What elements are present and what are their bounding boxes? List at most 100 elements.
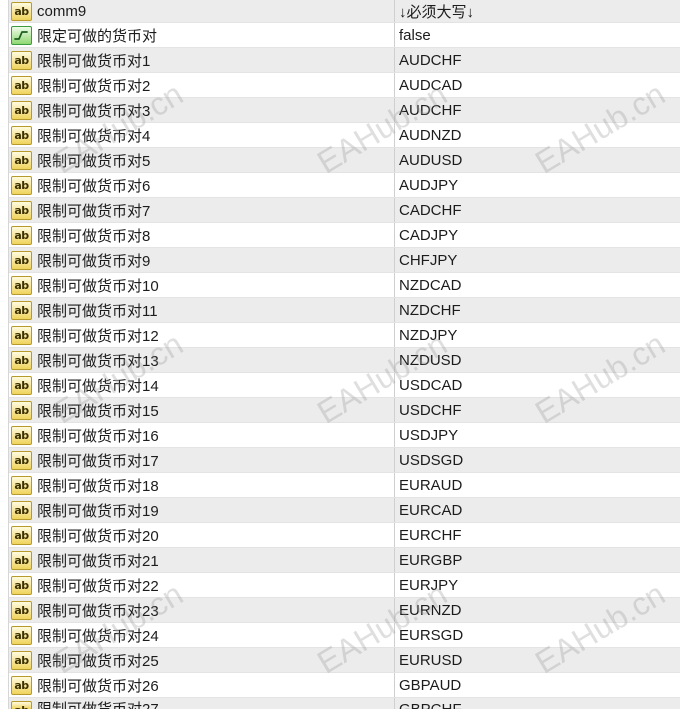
param-row[interactable]: ab 限制可做货币对16 USDJPY (9, 423, 680, 448)
param-row[interactable]: ab 限制可做货币对26 GBPAUD (9, 673, 680, 698)
param-value: AUDNZD (399, 126, 462, 144)
string-type-icon: ab (11, 50, 32, 70)
param-value: EURUSD (399, 651, 463, 669)
param-row[interactable]: ab 限制可做货币对14 USDCAD (9, 373, 680, 398)
param-name-cell: ab 限制可做货币对2 (9, 73, 395, 97)
ea-inputs-panel: ab comm9 ↓必须大写↓ 限定可做的货币对 false ab 限制可做货币… (0, 0, 680, 709)
param-value-cell[interactable]: USDCAD (395, 373, 680, 397)
param-value-cell[interactable]: AUDNZD (395, 123, 680, 147)
param-value-cell[interactable]: USDSGD (395, 448, 680, 472)
param-name: 限制可做货币对5 (37, 152, 151, 170)
param-name-cell: ab 限制可做货币对7 (9, 198, 395, 222)
string-type-icon: ab (11, 400, 32, 420)
param-name-cell: ab 限制可做货币对23 (9, 598, 395, 622)
string-type-icon: ab (11, 625, 32, 645)
param-value-cell[interactable]: AUDCHF (395, 48, 680, 72)
param-name: 限制可做货币对21 (37, 552, 159, 570)
param-row[interactable]: ab 限制可做货币对5 AUDUSD (9, 148, 680, 173)
string-type-icon: ab (11, 300, 32, 320)
param-value-cell[interactable]: EURJPY (395, 573, 680, 597)
param-value-cell[interactable]: NZDCHF (395, 298, 680, 322)
param-row[interactable]: ab 限制可做货币对2 AUDCAD (9, 73, 680, 98)
param-value-cell[interactable]: CADJPY (395, 223, 680, 247)
string-type-icon: ab (11, 575, 32, 595)
param-name-cell: ab 限制可做货币对10 (9, 273, 395, 297)
param-value-cell[interactable]: NZDCAD (395, 273, 680, 297)
string-type-icon: ab (11, 325, 32, 345)
param-value-cell[interactable]: EURSGD (395, 623, 680, 647)
param-row[interactable]: ab 限制可做货币对18 EURAUD (9, 473, 680, 498)
param-name: 限制可做货币对12 (37, 327, 159, 345)
param-row[interactable]: ab 限制可做货币对3 AUDCHF (9, 98, 680, 123)
param-row[interactable]: ab 限制可做货币对27 GBPCHF (9, 698, 680, 709)
param-value-cell[interactable]: CADCHF (395, 198, 680, 222)
string-type-icon: ab (11, 200, 32, 220)
param-value-cell[interactable]: AUDUSD (395, 148, 680, 172)
param-name-cell: ab 限制可做货币对20 (9, 523, 395, 547)
param-value-cell[interactable]: CHFJPY (395, 248, 680, 272)
param-name-cell: ab 限制可做货币对17 (9, 448, 395, 472)
param-row[interactable]: ab 限制可做货币对21 EURGBP (9, 548, 680, 573)
param-value-cell[interactable]: EURNZD (395, 598, 680, 622)
param-name: comm9 (37, 2, 87, 20)
string-type-icon: ab (11, 600, 32, 620)
param-row[interactable]: ab 限制可做货币对1 AUDCHF (9, 48, 680, 73)
param-row[interactable]: ab 限制可做货币对9 CHFJPY (9, 248, 680, 273)
param-value-cell[interactable]: AUDCAD (395, 73, 680, 97)
param-value-cell[interactable]: false (395, 23, 680, 47)
param-name: 限定可做的货币对 (37, 27, 158, 45)
param-name-cell: ab 限制可做货币对26 (9, 673, 395, 697)
param-value: false (399, 26, 431, 44)
param-row[interactable]: ab 限制可做货币对24 EURSGD (9, 623, 680, 648)
param-value-cell[interactable]: NZDJPY (395, 323, 680, 347)
param-value-cell[interactable]: NZDUSD (395, 348, 680, 372)
param-value-cell[interactable]: GBPAUD (395, 673, 680, 697)
param-value-cell[interactable]: EURAUD (395, 473, 680, 497)
param-value: EURCHF (399, 526, 462, 544)
param-value-cell[interactable]: GBPCHF (395, 698, 680, 709)
param-name-cell: ab 限制可做货币对8 (9, 223, 395, 247)
param-row[interactable]: ab 限制可做货币对20 EURCHF (9, 523, 680, 548)
param-value: NZDUSD (399, 351, 462, 369)
string-type-icon: ab (11, 250, 32, 270)
param-row[interactable]: ab 限制可做货币对8 CADJPY (9, 223, 680, 248)
param-value: GBPCHF (395, 698, 462, 709)
string-type-icon: ab (11, 650, 32, 670)
param-value-cell[interactable]: EURCAD (395, 498, 680, 522)
param-row[interactable]: ab 限制可做货币对12 NZDJPY (9, 323, 680, 348)
param-row[interactable]: ab 限制可做货币对17 USDSGD (9, 448, 680, 473)
param-value: NZDCHF (399, 301, 461, 319)
param-row[interactable]: ab 限制可做货币对11 NZDCHF (9, 298, 680, 323)
parameter-grid: ab comm9 ↓必须大写↓ 限定可做的货币对 false ab 限制可做货币… (8, 0, 680, 709)
param-row[interactable]: ab 限制可做货币对6 AUDJPY (9, 173, 680, 198)
param-name-cell: ab 限制可做货币对14 (9, 373, 395, 397)
param-name-cell: ab 限制可做货币对4 (9, 123, 395, 147)
param-value: CADJPY (399, 226, 459, 244)
param-value-cell[interactable]: AUDJPY (395, 173, 680, 197)
param-value-cell[interactable]: AUDCHF (395, 98, 680, 122)
param-row[interactable]: ab 限制可做货币对19 EURCAD (9, 498, 680, 523)
param-row[interactable]: ab 限制可做货币对4 AUDNZD (9, 123, 680, 148)
param-row[interactable]: ab comm9 ↓必须大写↓ (9, 0, 680, 23)
param-value-cell[interactable]: ↓必须大写↓ (395, 0, 680, 22)
param-row[interactable]: ab 限制可做货币对23 EURNZD (9, 598, 680, 623)
param-value-cell[interactable]: EURUSD (395, 648, 680, 672)
param-row[interactable]: ab 限制可做货币对13 NZDUSD (9, 348, 680, 373)
param-row[interactable]: ab 限制可做货币对22 EURJPY (9, 573, 680, 598)
param-name: 限制可做货币对13 (37, 352, 159, 370)
param-row[interactable]: 限定可做的货币对 false (9, 23, 680, 48)
param-row[interactable]: ab 限制可做货币对25 EURUSD (9, 648, 680, 673)
param-name-cell: ab 限制可做货币对3 (9, 98, 395, 122)
param-row[interactable]: ab 限制可做货币对7 CADCHF (9, 198, 680, 223)
param-value-cell[interactable]: EURCHF (395, 523, 680, 547)
param-value: USDSGD (399, 451, 464, 469)
param-row[interactable]: ab 限制可做货币对15 USDCHF (9, 398, 680, 423)
param-value-cell[interactable]: USDCHF (395, 398, 680, 422)
param-name: 限制可做货币对2 (37, 77, 151, 95)
param-name: 限制可做货币对16 (37, 427, 159, 445)
param-row[interactable]: ab 限制可做货币对10 NZDCAD (9, 273, 680, 298)
param-name-cell: ab 限制可做货币对16 (9, 423, 395, 447)
param-value-cell[interactable]: EURGBP (395, 548, 680, 572)
param-value-cell[interactable]: USDJPY (395, 423, 680, 447)
param-name: 限制可做货币对9 (37, 252, 151, 270)
